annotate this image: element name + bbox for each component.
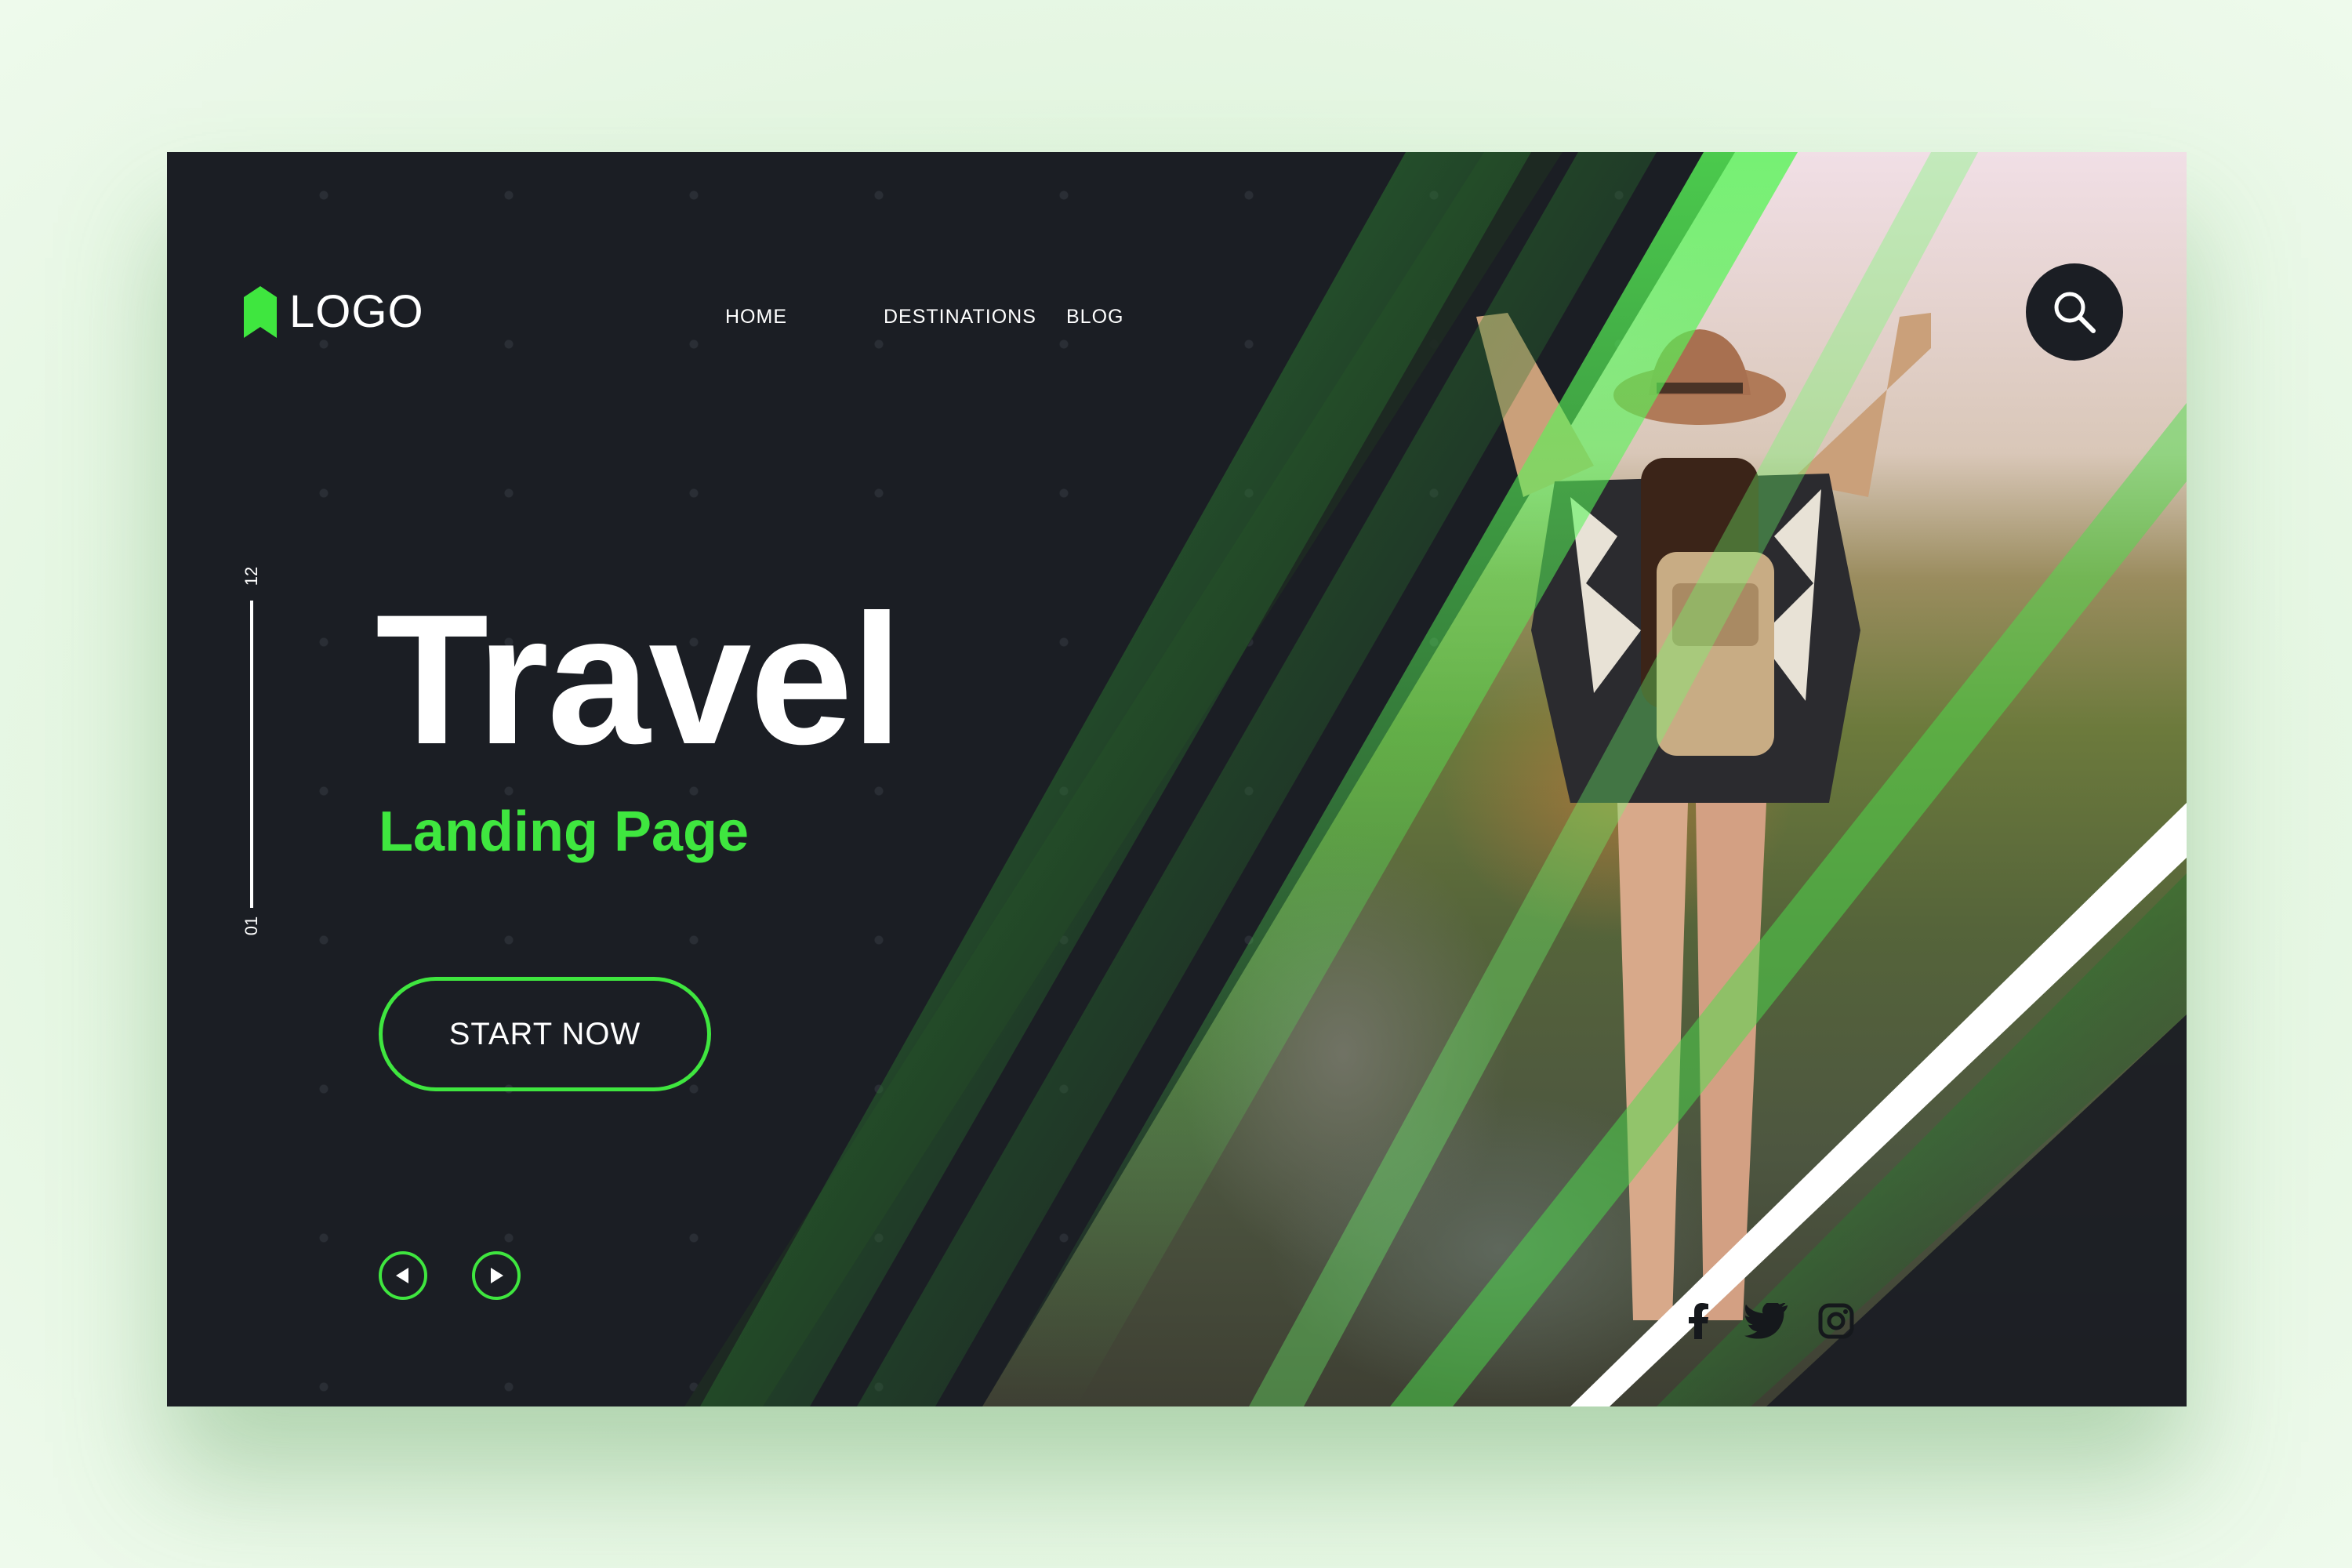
slide-indicator: 12 01 [236, 550, 267, 935]
instagram-icon [1818, 1303, 1854, 1339]
twitter-icon [1744, 1303, 1788, 1339]
instagram-link[interactable] [1817, 1301, 1856, 1341]
facebook-link[interactable] [1679, 1301, 1719, 1341]
landing-hero-card: LOGO HOME DESTINATIONS BLOG 12 01 Travel… [167, 152, 2187, 1406]
triangle-left-icon [396, 1268, 408, 1283]
carousel-prev-button[interactable] [379, 1251, 427, 1300]
twitter-link[interactable] [1743, 1301, 1790, 1341]
logo-text: LOGO [289, 286, 424, 337]
bookmark-logo-icon [244, 285, 277, 338]
logo[interactable]: LOGO [244, 285, 424, 338]
search-button[interactable] [2026, 263, 2123, 361]
search-icon [2054, 292, 2096, 333]
nav-destinations[interactable]: DESTINATIONS [884, 306, 1036, 328]
start-now-button[interactable]: START NOW [379, 977, 711, 1091]
hero-subtitle: Landing Page [379, 800, 750, 863]
carousel-next-button[interactable] [472, 1251, 521, 1300]
triangle-right-icon [491, 1268, 503, 1283]
slide-current: 01 [241, 916, 261, 936]
facebook-icon [1689, 1303, 1708, 1339]
slide-progress-line [250, 601, 253, 908]
nav-home[interactable]: HOME [725, 306, 787, 328]
nav-blog[interactable]: BLOG [1066, 306, 1123, 328]
slide-total: 12 [241, 566, 261, 586]
hero-title: Travel [376, 576, 902, 783]
